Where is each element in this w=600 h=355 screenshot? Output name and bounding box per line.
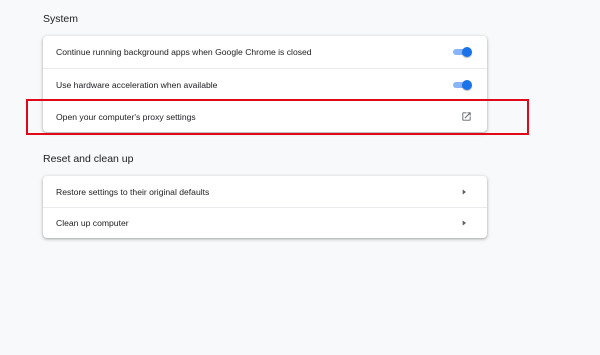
system-section-title: System [43, 13, 79, 25]
chevron-right-icon [462, 220, 466, 226]
clean-up-computer-row[interactable]: Clean up computer [43, 207, 487, 238]
toggle-knob [462, 79, 472, 90]
background-apps-toggle[interactable] [452, 46, 473, 58]
chevron-right-icon [462, 188, 466, 195]
background-apps-row[interactable]: Continue running background apps when Go… [43, 36, 487, 68]
reset-settings-card: Restore settings to their original defau… [43, 176, 487, 238]
toggle-knob [462, 47, 472, 57]
system-settings-card: Continue running background apps when Go… [43, 36, 487, 132]
restore-defaults-row[interactable]: Restore settings to their original defau… [43, 176, 487, 207]
proxy-settings-label: Open your computer's proxy settings [56, 111, 196, 122]
background-apps-label: Continue running background apps when Go… [56, 47, 312, 57]
hardware-acceleration-label: Use hardware acceleration when available [56, 79, 218, 90]
open-in-new-icon[interactable] [461, 111, 472, 122]
settings-page: System Continue running background apps … [0, 0, 600, 355]
proxy-settings-row[interactable]: Open your computer's proxy settings [43, 100, 487, 132]
hardware-acceleration-row[interactable]: Use hardware acceleration when available [43, 68, 487, 100]
restore-defaults-label: Restore settings to their original defau… [56, 186, 210, 197]
hardware-acceleration-toggle[interactable] [452, 79, 473, 91]
reset-section-title: Reset and clean up [43, 153, 134, 165]
clean-up-computer-label: Clean up computer [56, 218, 129, 228]
